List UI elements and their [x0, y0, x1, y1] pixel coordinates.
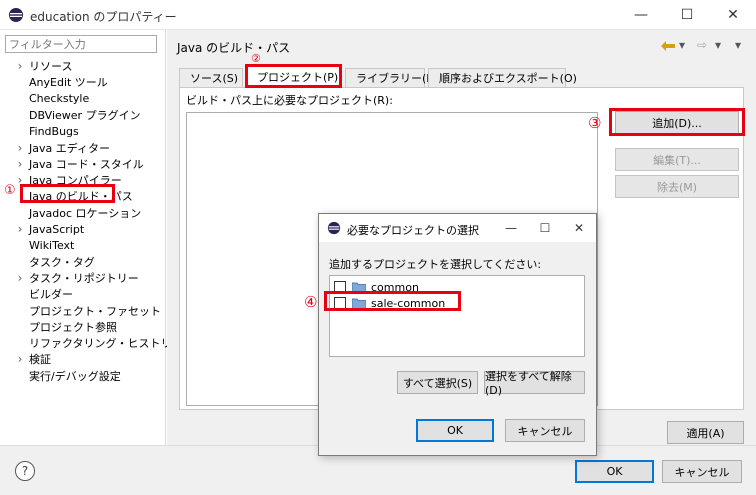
tree-item[interactable]: › タスク・リポジトリー [12, 270, 139, 286]
eclipse-icon [327, 221, 341, 235]
project-checklist: common sale-common [329, 275, 585, 357]
select-all-button[interactable]: すべて選択(S) [397, 371, 478, 394]
required-projects-label: ビルド・パス上に必要なプロジェクト(R): [186, 94, 393, 107]
tree-item[interactable]: › リソース [12, 58, 73, 74]
tree-item-label: JavaScript [29, 222, 85, 236]
tree-item-label: プロジェクト・ファセット [29, 304, 161, 318]
annotation-marker-4: ④ [304, 293, 318, 311]
tree-item[interactable]: › JavaScript [12, 221, 85, 237]
tree-item-label: リファクタリング・ヒストリー [29, 337, 183, 351]
chevron-right-icon[interactable]: › [12, 141, 28, 155]
tree-item-label: Javadoc ロケーション [29, 206, 142, 220]
dialog-maximize-button[interactable]: ☐ [528, 214, 562, 242]
tree-item-label: Java エディター [29, 141, 110, 155]
tree-item[interactable]: WikiText [12, 237, 74, 253]
cancel-button[interactable]: キャンセル [662, 460, 742, 483]
tab-label: ライブラリー(L) [356, 72, 437, 85]
tree-item[interactable]: Javadoc ロケーション [12, 205, 141, 221]
tree-item-label: タスク・タグ [29, 255, 95, 269]
forward-arrow-icon[interactable]: ⇨ [697, 38, 707, 52]
annotation-box-2 [245, 64, 342, 88]
tree-item-label: Checkstyle [29, 92, 90, 106]
remove-button[interactable]: 除去(M) [615, 175, 739, 198]
tree-item-label: Java コード・スタイル [29, 157, 144, 171]
tree-item-label: DBViewer プラグイン [29, 108, 141, 122]
tree-item[interactable]: 実行/デバッグ設定 [12, 368, 121, 384]
tree-item-label: ビルダー [29, 288, 73, 302]
view-menu-icon[interactable]: ▾ [735, 38, 741, 52]
tree-item[interactable]: FindBugs [12, 123, 79, 139]
tab-libraries[interactable]: ライブラリー(L) [345, 68, 437, 87]
annotation-box-4 [324, 291, 461, 311]
tree-item[interactable]: AnyEdit ツール [12, 74, 108, 90]
tree-item[interactable]: › Java エディター [12, 140, 110, 156]
edit-button[interactable]: 編集(T)... [615, 148, 739, 171]
ok-button[interactable]: OK [575, 460, 654, 483]
help-icon[interactable]: ? [15, 461, 35, 481]
page-title: Java のビルド・パス [177, 41, 291, 55]
chevron-right-icon[interactable]: › [12, 222, 28, 236]
dialog-prompt: 追加するプロジェクトを選択してください: [329, 258, 542, 271]
dialog-titlebar: 必要なプロジェクトの選択 — ☐ ✕ [319, 214, 596, 242]
tree-item-label: プロジェクト参照 [29, 320, 117, 334]
select-project-dialog: 必要なプロジェクトの選択 — ☐ ✕ 追加するプロジェクトを選択してください: … [318, 213, 597, 456]
chevron-right-icon[interactable]: › [12, 271, 28, 285]
dialog-cancel-button[interactable]: キャンセル [505, 419, 585, 442]
dialog-close-button[interactable]: ✕ [562, 214, 596, 242]
apply-button[interactable]: 適用(A) [667, 421, 744, 444]
tree-item-label: FindBugs [29, 124, 79, 138]
tree-item-label: 実行/デバッグ設定 [29, 369, 121, 383]
eclipse-icon [9, 8, 23, 22]
back-dropdown-icon[interactable]: ▾ [679, 38, 685, 52]
tab-label: 順序およびエクスポート(O) [439, 72, 577, 85]
chevron-right-icon[interactable]: › [12, 59, 28, 73]
tab-source[interactable]: ソース(S) [179, 68, 243, 87]
tree-item[interactable]: プロジェクト参照 [12, 319, 117, 335]
maximize-button[interactable]: ☐ [664, 0, 710, 30]
window-titlebar: education のプロパティー — ☐ ✕ [0, 0, 756, 30]
tree-item[interactable]: プロジェクト・ファセット [12, 303, 161, 319]
property-tree-panel: ›リソースAnyEdit ツールCheckstyleDBViewer プラグイン… [0, 30, 183, 445]
dialog-minimize-button[interactable]: — [494, 214, 528, 242]
tree-item[interactable]: DBViewer プラグイン [12, 107, 141, 123]
dialog-ok-button[interactable]: OK [416, 419, 494, 442]
annotation-box-3 [609, 108, 745, 136]
back-arrow-icon[interactable] [661, 41, 675, 51]
tree-item-label: 検証 [29, 353, 51, 367]
tab-label: ソース(S) [190, 72, 239, 85]
annotation-marker-1: ① [4, 183, 16, 198]
dialog-title: 必要なプロジェクトの選択 [347, 224, 479, 237]
tree-item-label: タスク・リポジトリー [29, 271, 139, 285]
forward-dropdown-icon[interactable]: ▾ [715, 38, 721, 52]
annotation-box-1 [20, 184, 115, 203]
tab-order-export[interactable]: 順序およびエクスポート(O) [428, 68, 577, 87]
deselect-all-button[interactable]: 選択をすべて解除(D) [484, 370, 585, 397]
tree-item-label: AnyEdit ツール [29, 76, 108, 90]
tree-item[interactable]: リファクタリング・ヒストリー [12, 335, 183, 351]
minimize-button[interactable]: — [618, 0, 664, 30]
tree-item-label: リソース [29, 60, 73, 73]
window-title: education のプロパティー [30, 10, 177, 24]
annotation-marker-3: ③ [588, 114, 602, 132]
chevron-right-icon[interactable]: › [12, 157, 28, 171]
filter-input[interactable] [5, 35, 157, 53]
tree-item[interactable]: › 検証 [12, 351, 51, 367]
tree-item[interactable]: ビルダー [12, 286, 73, 302]
chevron-right-icon[interactable]: › [12, 352, 28, 366]
tree-item[interactable]: Checkstyle [12, 91, 89, 107]
tree-item[interactable]: › Java コード・スタイル [12, 156, 144, 172]
tree-item[interactable]: タスク・タグ [12, 254, 95, 270]
close-button[interactable]: ✕ [710, 0, 756, 30]
tree-item-label: WikiText [29, 238, 75, 252]
